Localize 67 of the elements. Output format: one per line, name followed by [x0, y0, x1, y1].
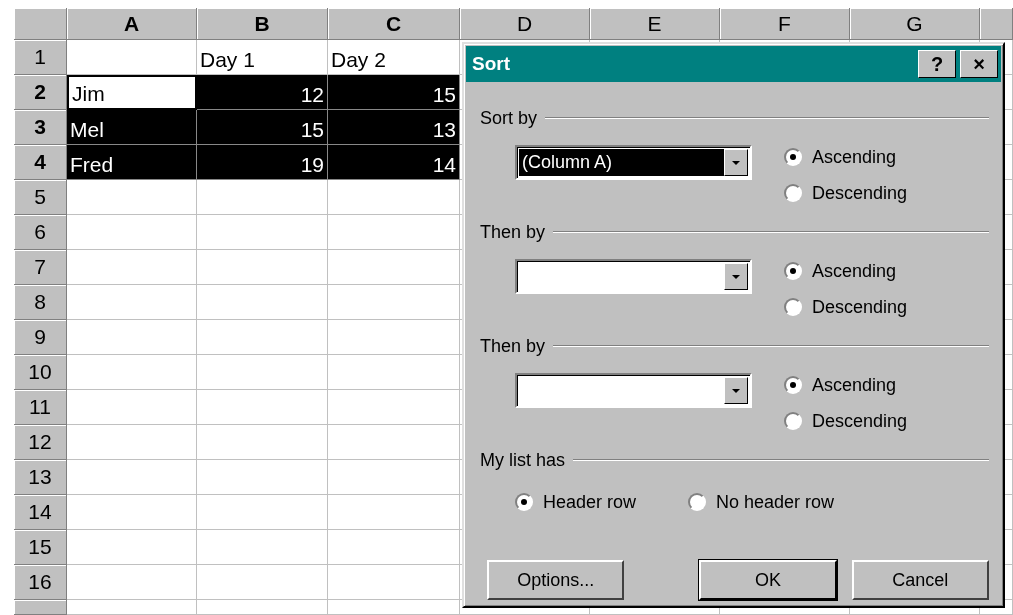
row-header[interactable]: 1	[14, 40, 67, 75]
row-header[interactable]	[14, 600, 67, 615]
radio-option[interactable]: No header row	[688, 484, 835, 520]
radio-icon[interactable]	[784, 412, 802, 430]
row-header[interactable]: 2	[14, 75, 67, 110]
column-header[interactable]: B	[197, 8, 328, 40]
row-header[interactable]: 7	[14, 250, 67, 285]
radio-icon[interactable]	[688, 493, 707, 511]
table-cell: 15	[328, 75, 460, 110]
dialog-button[interactable]: Options...	[487, 560, 625, 600]
dialog-button[interactable]: OK	[699, 560, 837, 600]
table-cell: 14	[328, 145, 460, 180]
sort-field-dropdown[interactable]	[515, 373, 752, 408]
row-header[interactable]: 4	[14, 145, 67, 180]
row-header[interactable]: 8	[14, 285, 67, 320]
radio-option[interactable]: Descending	[784, 289, 908, 325]
dropdown-arrow-icon	[732, 160, 740, 165]
table-cell: Fred	[67, 145, 197, 180]
column-header[interactable]	[980, 8, 1013, 40]
help-button[interactable]: ?	[918, 50, 956, 78]
row-header[interactable]: 13	[14, 460, 67, 495]
table-cell: Jim	[67, 75, 197, 110]
radio-icon[interactable]	[784, 262, 802, 280]
radio-option[interactable]: Header row	[515, 484, 637, 520]
radio-option[interactable]: Ascending	[784, 139, 908, 175]
group-label: Sort by	[480, 107, 538, 129]
group-label: My list has	[480, 449, 566, 471]
dialog-button[interactable]: Cancel	[851, 560, 989, 600]
radio-option[interactable]: Ascending	[784, 253, 908, 289]
radio-option[interactable]: Descending	[784, 403, 908, 439]
sort-field-dropdown[interactable]: (Column A)	[515, 145, 752, 180]
column-header[interactable]: F	[720, 8, 850, 40]
table-cell: 19	[197, 145, 328, 180]
row-header[interactable]: 16	[14, 565, 67, 600]
group-label: Then by	[480, 221, 546, 243]
column-header[interactable]: A	[67, 8, 197, 40]
column-header[interactable]: C	[328, 8, 460, 40]
corner-header[interactable]	[14, 8, 67, 40]
radio-option[interactable]: Descending	[784, 175, 908, 211]
dropdown-arrow-icon	[732, 274, 740, 279]
row-header[interactable]: 10	[14, 355, 67, 390]
dialog-title: Sort	[472, 53, 511, 75]
row-header[interactable]: 11	[14, 390, 67, 425]
table-cell: 13	[328, 110, 460, 145]
radio-icon[interactable]	[515, 493, 533, 511]
row-header[interactable]: 14	[14, 495, 67, 530]
column-header[interactable]: G	[850, 8, 980, 40]
row-header[interactable]: 3	[14, 110, 67, 145]
column-header[interactable]: D	[460, 8, 590, 40]
radio-icon[interactable]	[784, 376, 802, 394]
group-label: Then by	[480, 335, 546, 357]
close-button[interactable]: ×	[960, 50, 998, 78]
table-cell: 15	[197, 110, 328, 145]
column-header[interactable]: E	[590, 8, 720, 40]
radio-option[interactable]: Ascending	[784, 367, 908, 403]
row-header[interactable]: 9	[14, 320, 67, 355]
row-header[interactable]: 6	[14, 215, 67, 250]
row-header[interactable]: 12	[14, 425, 67, 460]
radio-icon[interactable]	[784, 184, 802, 202]
radio-icon[interactable]	[784, 148, 802, 166]
row-header[interactable]: 5	[14, 180, 67, 215]
table-cell: 12	[197, 75, 328, 110]
sort-field-dropdown[interactable]	[515, 259, 752, 294]
radio-icon[interactable]	[784, 298, 802, 316]
row-header[interactable]: 15	[14, 530, 67, 565]
table-cell: Mel	[67, 110, 197, 145]
dropdown-arrow-icon	[732, 388, 740, 393]
